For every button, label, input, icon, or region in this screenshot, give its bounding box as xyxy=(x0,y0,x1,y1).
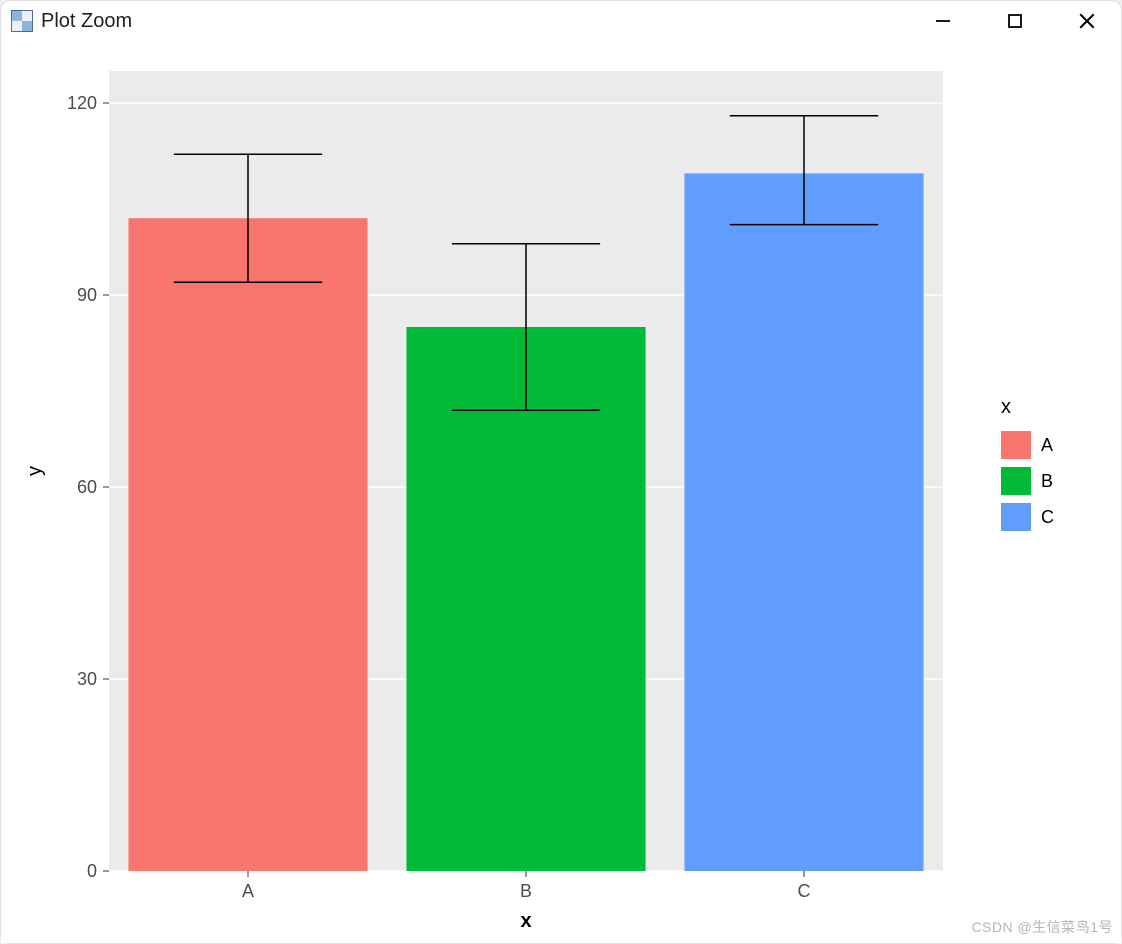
y-tick-label: 0 xyxy=(87,861,97,881)
window-title: Plot Zoom xyxy=(41,10,132,33)
x-tick-label: C xyxy=(798,881,811,901)
maximize-icon xyxy=(1007,13,1023,29)
legend-swatch-C xyxy=(1001,503,1031,531)
minimize-icon xyxy=(935,13,951,29)
y-tick-label: 120 xyxy=(67,93,97,113)
y-tick-label: 30 xyxy=(77,669,97,689)
y-tick-label: 90 xyxy=(77,285,97,305)
close-button[interactable] xyxy=(1075,9,1099,33)
plot-zoom-window: Plot Zoom 0306090120ABCxyxABC xyxy=(0,0,1122,944)
bar-chart: 0306090120ABCxyxABC xyxy=(1,41,1122,944)
legend-swatch-B xyxy=(1001,467,1031,495)
x-tick-label: A xyxy=(242,881,254,901)
y-axis-title: y xyxy=(24,466,46,476)
legend-label-A: A xyxy=(1041,435,1053,455)
x-tick-label: B xyxy=(520,881,532,901)
x-axis-title: x xyxy=(520,910,531,932)
legend-title: x xyxy=(1001,396,1011,418)
plot-area: 0306090120ABCxyxABC CSDN @生信菜鸟1号 xyxy=(1,41,1121,943)
close-icon xyxy=(1078,12,1096,30)
legend-label-C: C xyxy=(1041,507,1054,527)
legend-swatch-A xyxy=(1001,431,1031,459)
window-controls xyxy=(931,9,1099,33)
maximize-button[interactable] xyxy=(1003,9,1027,33)
legend-label-B: B xyxy=(1041,471,1053,491)
y-tick-label: 60 xyxy=(77,477,97,497)
app-icon xyxy=(11,10,33,32)
titlebar: Plot Zoom xyxy=(1,1,1121,41)
minimize-button[interactable] xyxy=(931,9,955,33)
